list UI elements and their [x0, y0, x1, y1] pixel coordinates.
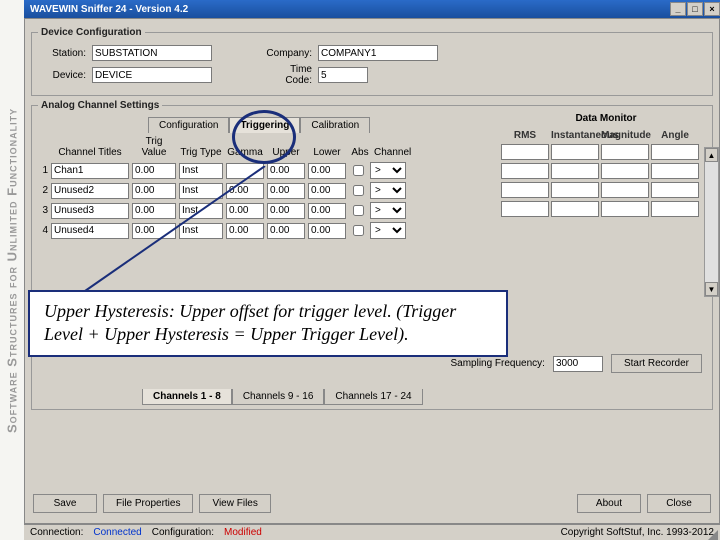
channel-title-input[interactable] — [51, 203, 129, 219]
resize-grip-icon[interactable] — [706, 528, 718, 540]
status-config-value: Modified — [224, 527, 262, 538]
timecode-label: Time Code: — [264, 64, 312, 86]
dm-row — [501, 182, 711, 198]
status-copyright: Copyright SoftStuf, Inc. 1993-2012 — [561, 527, 714, 538]
trig-value-input[interactable] — [132, 183, 176, 199]
col-upper: Upper — [267, 147, 305, 158]
col-channel-titles: Channel Titles — [51, 147, 129, 158]
save-button[interactable]: Save — [33, 494, 97, 513]
dm-row — [501, 144, 711, 160]
about-button[interactable]: About — [577, 494, 641, 513]
channel-select[interactable]: > — [370, 202, 406, 219]
col-trig-value: Trig Value — [132, 136, 176, 158]
gamma-input[interactable] — [226, 183, 264, 199]
side-branding-text: Software Structures for Unlimited Functi… — [0, 0, 24, 540]
tab-calibration[interactable]: Calibration — [300, 117, 370, 133]
analog-channel-settings-legend: Analog Channel Settings — [38, 100, 162, 111]
device-label: Device: — [38, 70, 86, 81]
gamma-input[interactable] — [226, 203, 264, 219]
trig-value-input[interactable] — [132, 203, 176, 219]
col-gamma: Gamma — [226, 147, 264, 158]
company-input[interactable] — [318, 45, 438, 61]
channel-select[interactable]: > — [370, 222, 406, 239]
data-monitor-panel: Data Monitor RMS Instantaneous Magnitude… — [501, 113, 711, 220]
channel-select[interactable]: > — [370, 182, 406, 199]
channel-select[interactable]: > — [370, 162, 406, 179]
channel-title-input[interactable] — [51, 223, 129, 239]
dm-col-rms: RMS — [501, 130, 549, 141]
window-titlebar: WAVEWIN Sniffer 24 - Version 4.2 _ □ × — [24, 0, 720, 18]
status-connection-label: Connection: — [30, 527, 83, 538]
trig-type-input[interactable] — [179, 203, 223, 219]
gamma-input[interactable] — [226, 223, 264, 239]
station-label: Station: — [38, 48, 86, 59]
col-lower: Lower — [308, 147, 346, 158]
view-files-button[interactable]: View Files — [199, 494, 270, 513]
trig-type-input[interactable] — [179, 223, 223, 239]
lower-input[interactable] — [308, 163, 346, 179]
row-index: 4 — [38, 225, 48, 236]
trig-value-input[interactable] — [132, 163, 176, 179]
minimize-button[interactable]: _ — [670, 2, 686, 16]
trig-type-input[interactable] — [179, 183, 223, 199]
status-config-label: Configuration: — [152, 527, 214, 538]
company-label: Company: — [264, 48, 312, 59]
tab-triggering[interactable]: Triggering — [229, 117, 300, 133]
row-index: 1 — [38, 165, 48, 176]
window-title: WAVEWIN Sniffer 24 - Version 4.2 — [30, 4, 188, 15]
lower-input[interactable] — [308, 183, 346, 199]
channel-row: 4> — [38, 222, 706, 239]
row-index: 2 — [38, 185, 48, 196]
maximize-button[interactable]: □ — [687, 2, 703, 16]
annotation-callout: Upper Hysteresis: Upper offset for trigg… — [28, 290, 508, 357]
abs-checkbox[interactable] — [353, 205, 364, 216]
tab-channels-9-16[interactable]: Channels 9 - 16 — [232, 389, 325, 405]
station-input[interactable] — [92, 45, 212, 61]
lower-input[interactable] — [308, 223, 346, 239]
device-configuration-legend: Device Configuration — [38, 27, 145, 38]
upper-input[interactable] — [267, 183, 305, 199]
data-monitor-title: Data Monitor — [501, 113, 711, 124]
status-connection-value: Connected — [93, 527, 141, 538]
tab-channels-1-8[interactable]: Channels 1 - 8 — [142, 389, 232, 405]
scroll-up-icon[interactable]: ▲ — [705, 148, 718, 162]
trig-type-input[interactable] — [179, 163, 223, 179]
status-bar: Connection: Connected Configuration: Mod… — [24, 524, 720, 540]
dm-row — [501, 163, 711, 179]
start-recorder-button[interactable]: Start Recorder — [611, 354, 702, 373]
channel-title-input[interactable] — [51, 163, 129, 179]
col-abs: Abs — [349, 147, 371, 158]
col-trig-type: Trig Type — [179, 147, 223, 158]
row-index: 3 — [38, 205, 48, 216]
channel-title-input[interactable] — [51, 183, 129, 199]
sampling-frequency-input[interactable] — [553, 356, 603, 372]
device-configuration-group: Device Configuration Station: Company: D… — [31, 27, 713, 96]
abs-checkbox[interactable] — [353, 165, 364, 176]
col-channel: Channel — [374, 147, 410, 158]
app-body: WAVEWIN™Sniffer 24 05/10/2012 11:23:00.5… — [24, 18, 720, 524]
close-window-button[interactable]: × — [704, 2, 720, 16]
upper-input[interactable] — [267, 203, 305, 219]
tab-channels-17-24[interactable]: Channels 17 - 24 — [324, 389, 422, 405]
sampling-frequency-label: Sampling Frequency: — [450, 358, 545, 369]
dm-col-mag: Magnitude — [601, 130, 649, 141]
dm-row — [501, 201, 711, 217]
tab-configuration[interactable]: Configuration — [148, 117, 229, 133]
channel-scrollbar[interactable]: ▲ ▼ — [704, 147, 719, 297]
abs-checkbox[interactable] — [353, 185, 364, 196]
file-properties-button[interactable]: File Properties — [103, 494, 193, 513]
scroll-down-icon[interactable]: ▼ — [705, 282, 718, 296]
upper-input[interactable] — [267, 163, 305, 179]
device-input[interactable] — [92, 67, 212, 83]
gamma-input[interactable] — [226, 163, 264, 179]
timecode-input[interactable] — [318, 67, 368, 83]
dm-col-ang: Angle — [651, 130, 699, 141]
close-button[interactable]: Close — [647, 494, 711, 513]
lower-input[interactable] — [308, 203, 346, 219]
upper-input[interactable] — [267, 223, 305, 239]
abs-checkbox[interactable] — [353, 225, 364, 236]
dm-col-inst: Instantaneous — [551, 130, 599, 141]
trig-value-input[interactable] — [132, 223, 176, 239]
